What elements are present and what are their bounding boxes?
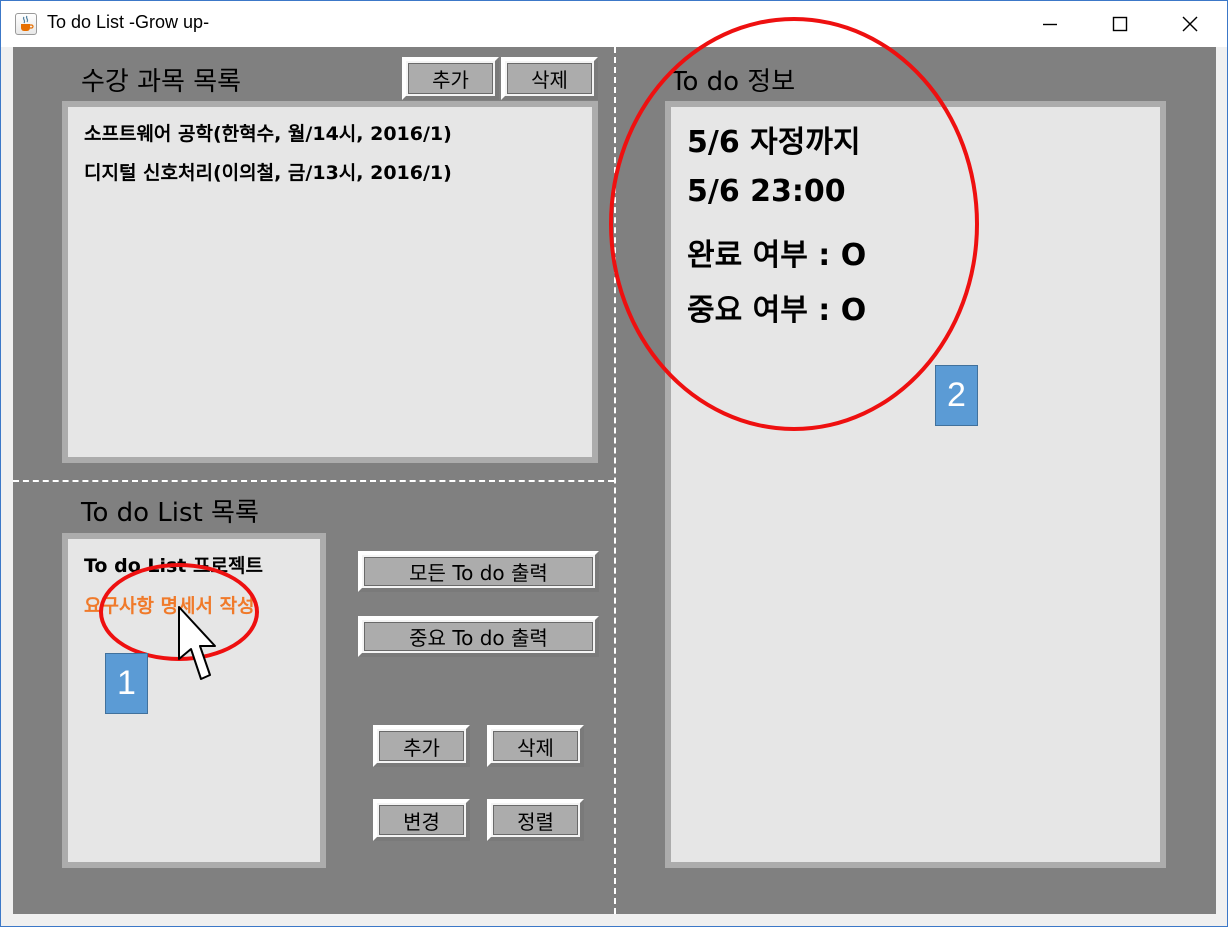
course-list-title: 수강 과목 목록 bbox=[81, 67, 242, 97]
course-item[interactable]: 디지털 신호처리(이의철, 금/13시, 2016/1) bbox=[84, 158, 452, 185]
todo-delete-button[interactable]: 삭제 bbox=[487, 725, 584, 767]
todo-info-title: To do 정보 bbox=[671, 67, 796, 97]
todo-change-button[interactable]: 변경 bbox=[373, 799, 470, 841]
todo-list-title: To do List 목록 bbox=[81, 498, 259, 528]
course-item[interactable]: 소프트웨어 공학(한혁수, 월/14시, 2016/1) bbox=[84, 119, 452, 146]
todo-datetime: 5/6 23:00 bbox=[687, 174, 846, 209]
maximize-button[interactable] bbox=[1085, 1, 1155, 47]
todo-item-selected[interactable]: 요구사항 명세서 작성 bbox=[84, 591, 255, 618]
show-all-todo-label: 모든 To do 출력 bbox=[364, 557, 593, 586]
minimize-button[interactable] bbox=[1015, 1, 1085, 47]
todo-deadline-text: 5/6 자정까지 bbox=[687, 125, 861, 160]
title-bar[interactable]: To do List -Grow up- bbox=[1, 1, 1227, 47]
app-window: To do List -Grow up- 수강 과목 목록 추가 삭제 소프트웨… bbox=[0, 0, 1228, 927]
window-title: To do List -Grow up- bbox=[47, 12, 210, 32]
annotation-badge-1: 1 bbox=[105, 653, 148, 714]
course-list[interactable]: 소프트웨어 공학(한혁수, 월/14시, 2016/1) 디지털 신호처리(이의… bbox=[62, 101, 598, 463]
todo-sort-button[interactable]: 정렬 bbox=[487, 799, 584, 841]
todo-change-label: 변경 bbox=[379, 805, 464, 835]
minimize-icon bbox=[1043, 23, 1057, 26]
todo-list[interactable]: To do List 프로젝트 요구사항 명세서 작성 bbox=[62, 533, 326, 868]
mouse-cursor-icon bbox=[178, 606, 216, 680]
course-add-button[interactable]: 추가 bbox=[402, 57, 499, 100]
close-icon bbox=[1182, 16, 1198, 32]
show-important-todo-label: 중요 To do 출력 bbox=[364, 622, 593, 651]
todo-info-panel: 5/6 자정까지 5/6 23:00 완료 여부 : O 중요 여부 : O bbox=[665, 101, 1166, 868]
todo-important-status: 중요 여부 : O bbox=[687, 293, 867, 328]
maximize-icon bbox=[1112, 16, 1128, 32]
show-important-todo-button[interactable]: 중요 To do 출력 bbox=[358, 616, 599, 657]
horizontal-divider bbox=[13, 480, 614, 482]
vertical-divider bbox=[614, 47, 616, 914]
course-delete-label: 삭제 bbox=[507, 63, 592, 94]
client-area: 수강 과목 목록 추가 삭제 소프트웨어 공학(한혁수, 월/14시, 2016… bbox=[13, 17, 1216, 914]
todo-add-label: 추가 bbox=[379, 731, 464, 761]
show-all-todo-button[interactable]: 모든 To do 출력 bbox=[358, 551, 599, 592]
course-delete-button[interactable]: 삭제 bbox=[501, 57, 598, 100]
annotation-badge-2: 2 bbox=[935, 365, 978, 426]
todo-sort-label: 정렬 bbox=[493, 805, 578, 835]
todo-add-button[interactable]: 추가 bbox=[373, 725, 470, 767]
course-add-label: 추가 bbox=[408, 63, 493, 94]
todo-delete-label: 삭제 bbox=[493, 731, 578, 761]
todo-completed-status: 완료 여부 : O bbox=[687, 238, 867, 273]
java-coffee-icon bbox=[15, 13, 37, 35]
todo-item[interactable]: To do List 프로젝트 bbox=[84, 551, 263, 578]
close-button[interactable] bbox=[1155, 1, 1225, 47]
